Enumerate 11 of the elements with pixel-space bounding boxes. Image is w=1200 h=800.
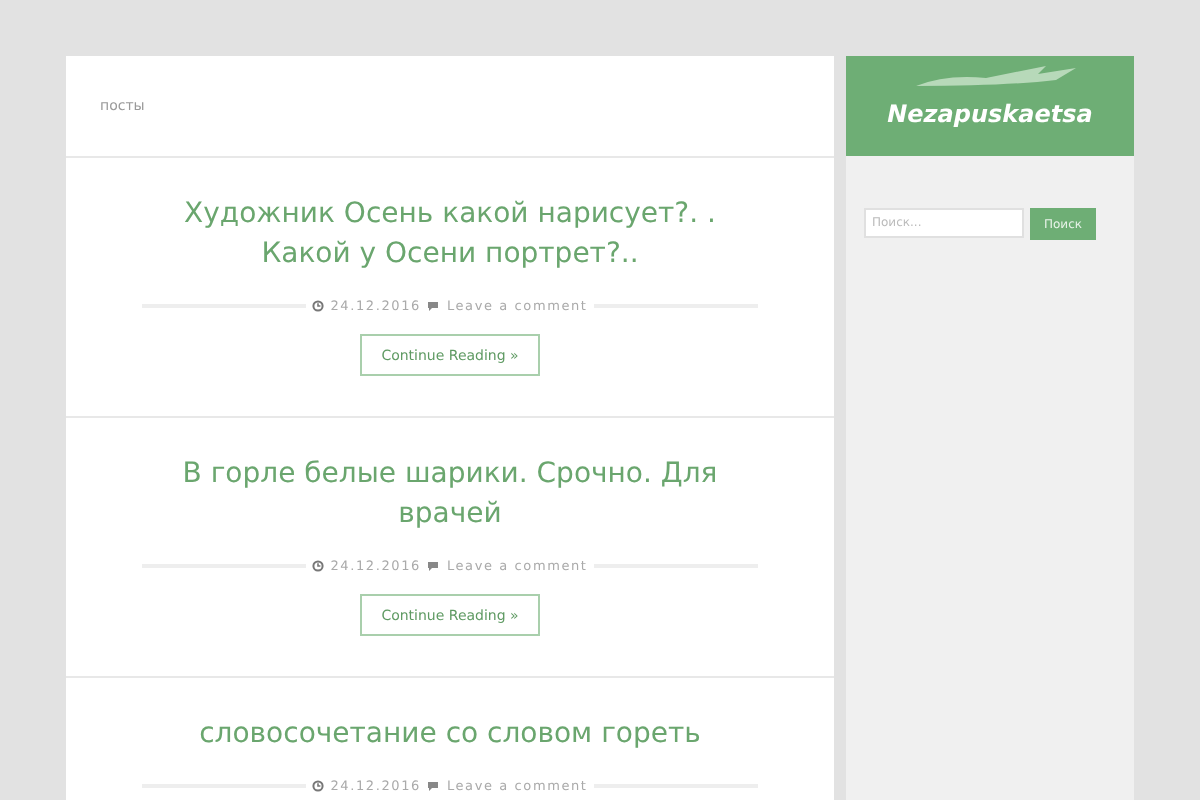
post-title[interactable]: Художник Осень какой нарисует?. . Какой у Осени портрет?.. <box>146 186 754 274</box>
clock-icon <box>312 780 325 792</box>
comment-icon <box>426 300 441 312</box>
comment-icon <box>426 560 441 572</box>
post-title[interactable]: словосочетание со словом гореть <box>199 706 701 754</box>
clock-icon <box>312 300 325 312</box>
post-title[interactable]: В горле белые шарики. Срочно. Для врачей <box>146 446 754 534</box>
comment-icon <box>426 780 441 792</box>
logo-text: Nezapuskaetsa <box>887 101 1093 127</box>
logo[interactable]: Nezapuskaetsa <box>846 56 1134 156</box>
clock-icon <box>312 560 325 572</box>
